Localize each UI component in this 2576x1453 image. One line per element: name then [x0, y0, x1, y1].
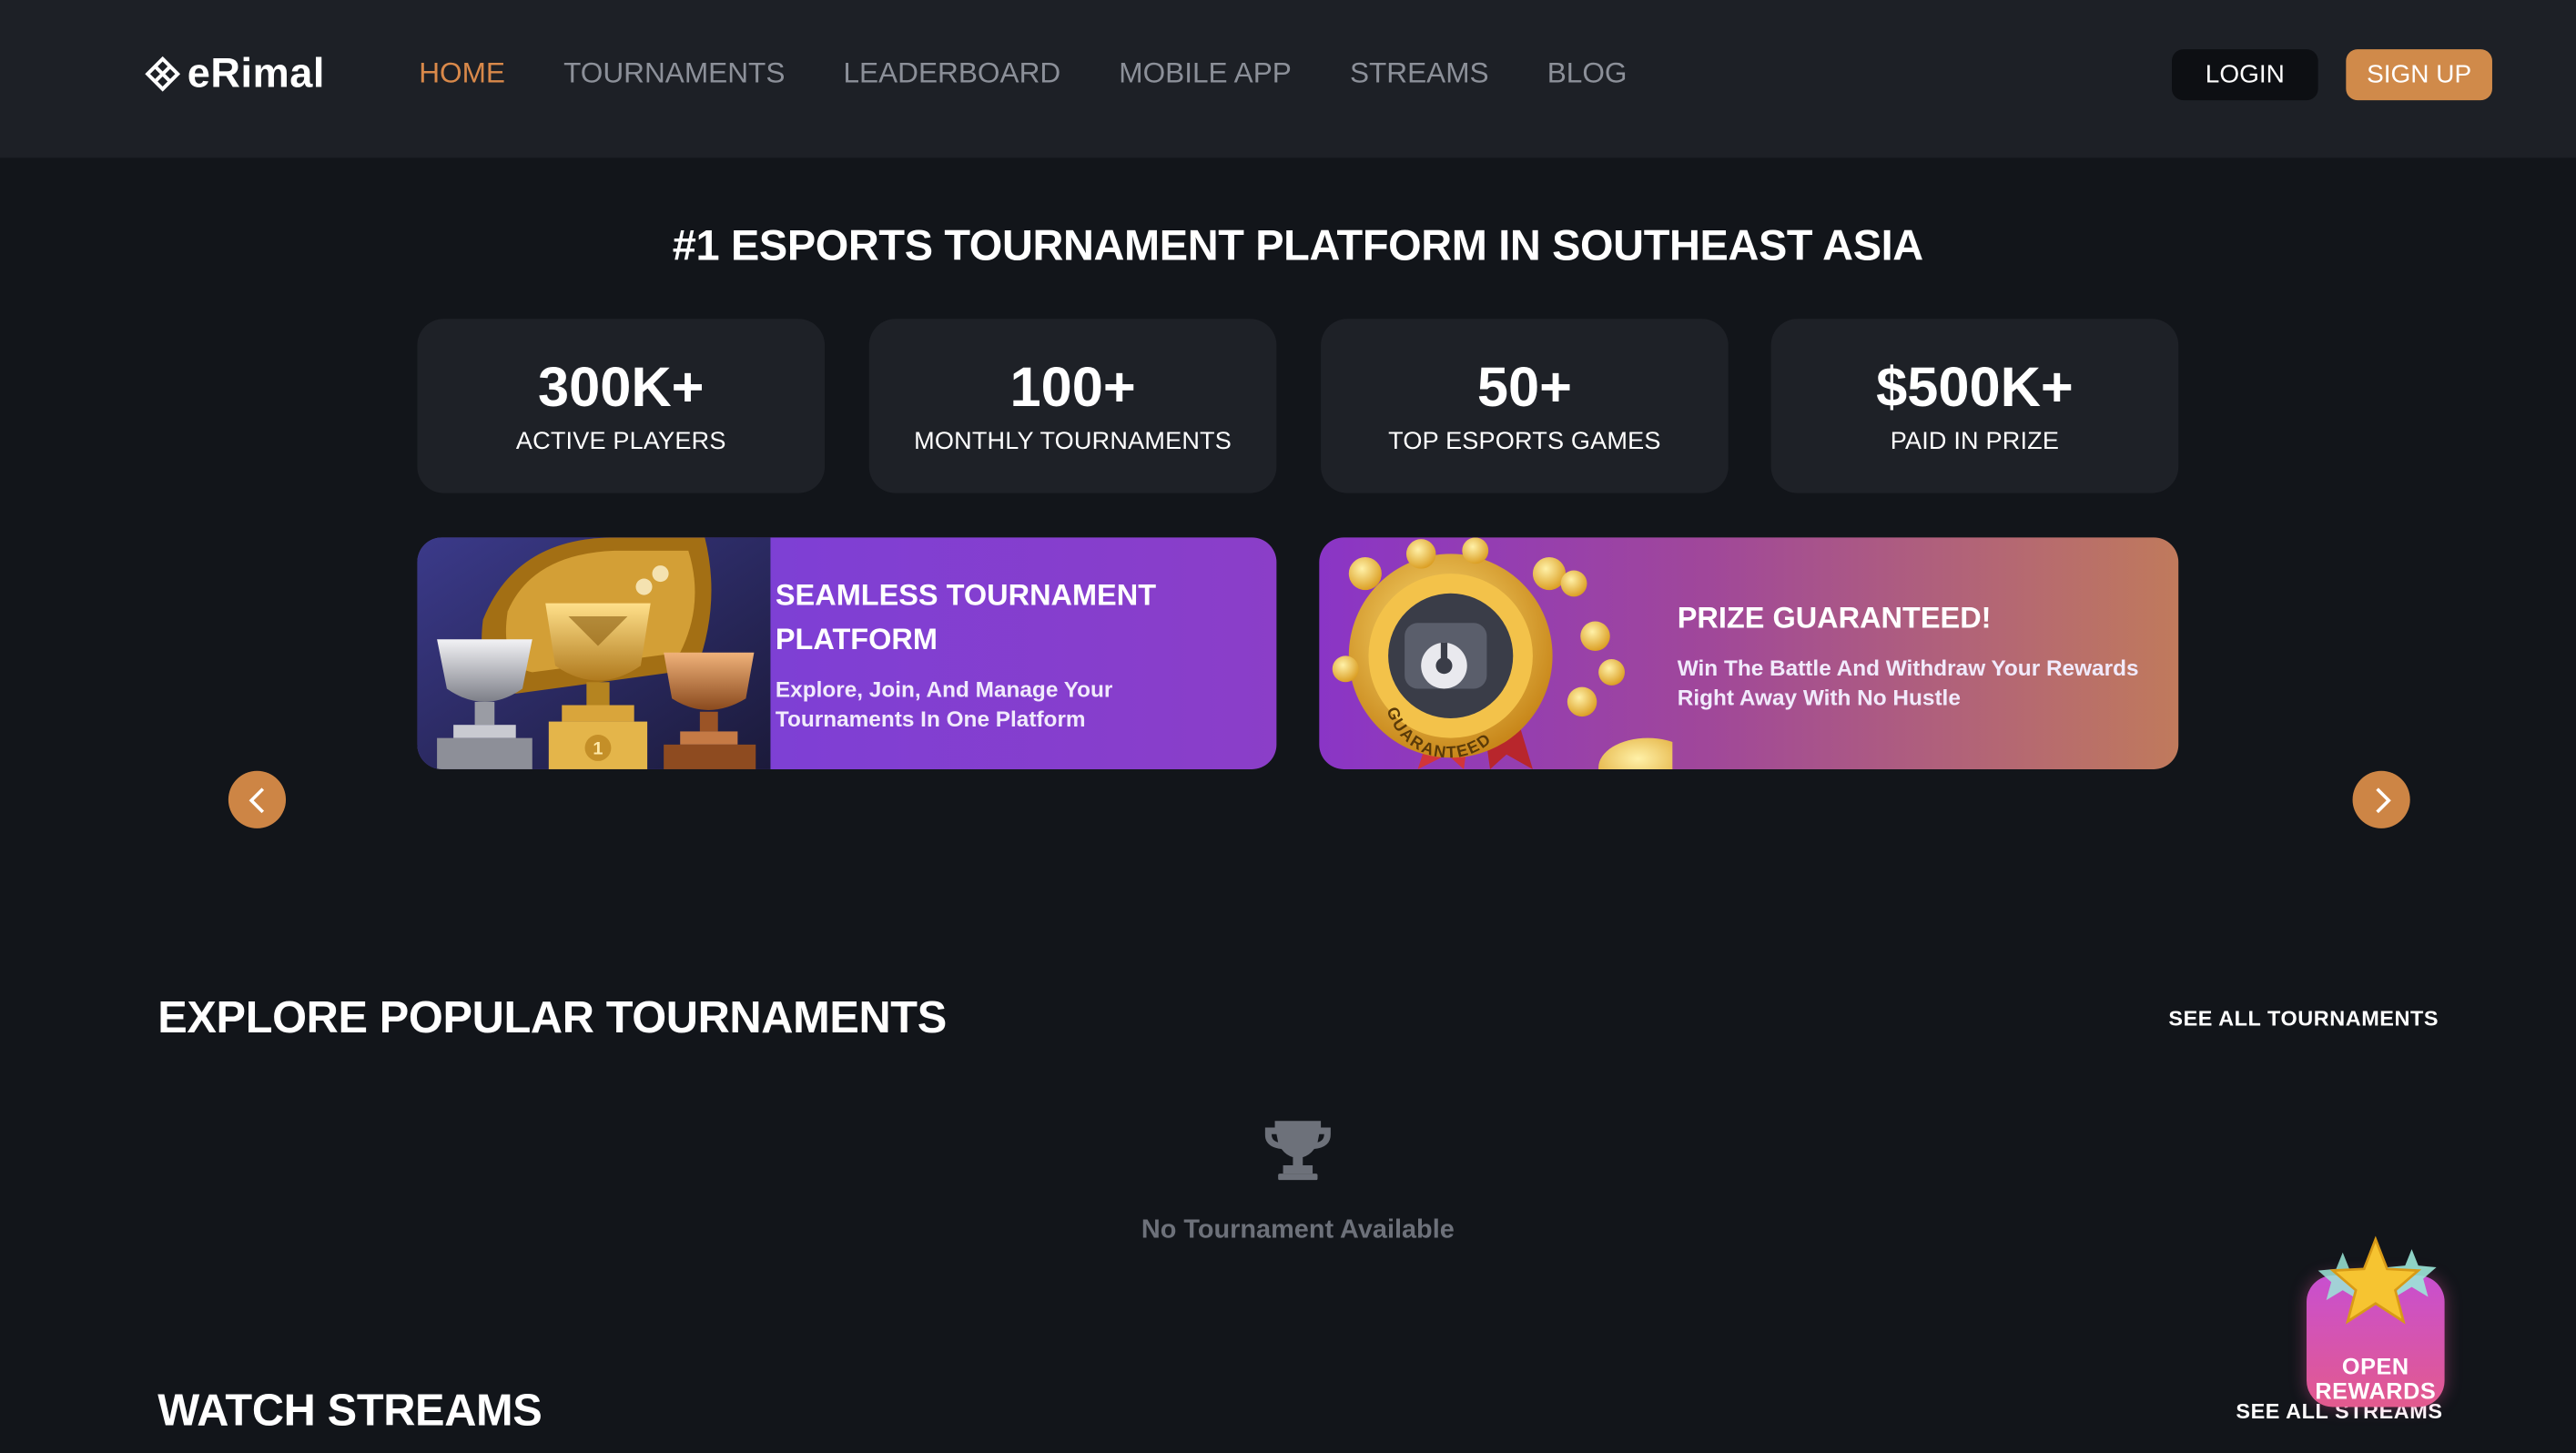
- nav-tournaments[interactable]: TOURNAMENTS: [563, 56, 785, 90]
- streams-section-title: WATCH STREAMS: [157, 1385, 543, 1436]
- see-all-tournaments-link[interactable]: SEE ALL TOURNAMENTS: [2168, 1006, 2439, 1031]
- stat-label: ACTIVE PLAYERS: [515, 427, 726, 456]
- open-rewards-button[interactable]: OPEN REWARDS: [2300, 1235, 2451, 1420]
- nav-home[interactable]: HOME: [419, 56, 505, 90]
- banner-title: SEAMLESS TOURNAMENT PLATFORM: [775, 578, 1157, 656]
- rewards-label: OPEN REWARDS: [2315, 1352, 2437, 1404]
- stat-card-prize-paid: $500K+ PAID IN PRIZE: [1770, 319, 2179, 493]
- stat-label: PAID IN PRIZE: [1890, 427, 2060, 456]
- podium-number: 1: [593, 739, 603, 759]
- guaranteed-seal-illustration: GUARANTEED: [1332, 537, 1673, 769]
- promo-banner-prize-guaranteed[interactable]: GUARANTEED PRIZE GUARANTEED! Win The Bat…: [1319, 537, 2179, 769]
- carousel-prev-button[interactable]: [228, 770, 287, 828]
- tournaments-section-title: EXPLORE POPULAR TOURNAMENTS: [157, 992, 947, 1042]
- trophy-icon: [1264, 1121, 1331, 1181]
- promo-banner-tournament-platform[interactable]: 1 SEAMLESS TOURNAMENT PLATFORM Explore, …: [417, 537, 1277, 769]
- top-navbar: eRimal HOME TOURNAMENTS LEADERBOARD MOBI…: [0, 0, 2576, 158]
- stat-value: $500K+: [1876, 356, 2074, 420]
- stat-value: 300K+: [537, 356, 705, 420]
- nav-mobile-app[interactable]: MOBILE APP: [1119, 56, 1292, 90]
- stat-card-active-players: 300K+ ACTIVE PLAYERS: [417, 319, 826, 493]
- nav-streams[interactable]: STREAMS: [1350, 56, 1489, 90]
- stat-value: 100+: [1009, 356, 1136, 420]
- brand-logo[interactable]: eRimal: [145, 49, 325, 98]
- trophies-illustration: 1: [417, 537, 771, 769]
- page: eRimal HOME TOURNAMENTS LEADERBOARD MOBI…: [0, 0, 2576, 1453]
- star-icon: [2317, 1235, 2437, 1325]
- banner-description: Explore, Join, And Manage Your Tournamen…: [775, 676, 1113, 732]
- logo-mark-icon: [145, 56, 181, 92]
- stat-label: MONTHLY TOURNAMENTS: [914, 427, 1232, 456]
- main-nav: HOME TOURNAMENTS LEADERBOARD MOBILE APP …: [419, 56, 1685, 90]
- chevron-right-icon: [2375, 787, 2390, 813]
- stat-card-esports-games: 50+ TOP ESPORTS GAMES: [1321, 319, 1729, 493]
- nav-blog[interactable]: BLOG: [1547, 56, 1628, 90]
- hero-title: #1 ESPORTS TOURNAMENT PLATFORM IN SOUTHE…: [672, 219, 1923, 270]
- login-button[interactable]: LOGIN: [2172, 49, 2318, 101]
- empty-state-text: No Tournament Available: [1141, 1216, 1455, 1245]
- chevron-left-icon: [248, 787, 264, 813]
- brand-name: eRimal: [187, 50, 325, 97]
- stat-label: TOP ESPORTS GAMES: [1388, 427, 1661, 456]
- banner-title: PRIZE GUARANTEED!: [1677, 601, 1992, 635]
- carousel-next-button[interactable]: [2352, 770, 2410, 828]
- banner-description: Win The Battle And Withdraw Your Rewards…: [1677, 655, 2139, 710]
- stat-card-monthly-tournaments: 100+ MONTHLY TOURNAMENTS: [868, 319, 1277, 493]
- signup-button[interactable]: SIGN UP: [2346, 49, 2492, 101]
- stat-value: 50+: [1476, 356, 1572, 420]
- nav-leaderboard[interactable]: LEADERBOARD: [843, 56, 1060, 90]
